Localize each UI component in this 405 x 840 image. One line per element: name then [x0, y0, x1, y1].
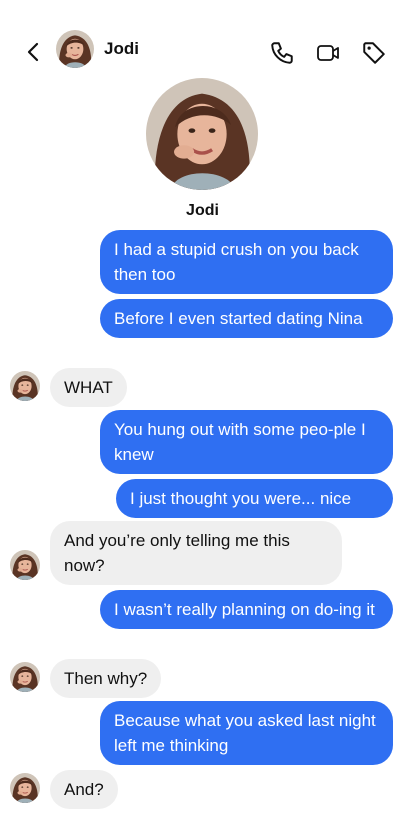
sender-avatar[interactable] — [10, 371, 40, 401]
message-outgoing[interactable]: Before I even started dating Nina — [100, 299, 393, 338]
message-outgoing[interactable]: I wasn’t really planning on do-ing it — [100, 590, 393, 629]
sender-avatar[interactable] — [10, 662, 40, 692]
message-incoming[interactable]: Then why? — [50, 659, 162, 698]
profile-name: Jodi — [186, 202, 219, 219]
message-incoming[interactable]: And you’re only telling me this now? — [50, 521, 342, 585]
sender-avatar[interactable] — [10, 550, 40, 580]
message-incoming[interactable]: WHAT — [50, 368, 127, 407]
message-outgoing[interactable]: I just thought you were... nice — [116, 479, 393, 518]
message-outgoing[interactable]: Because what you asked last night left m… — [100, 701, 393, 765]
avatar[interactable] — [56, 30, 94, 68]
back-chevron-icon[interactable] — [22, 40, 46, 64]
video-camera-icon[interactable] — [315, 40, 341, 66]
profile-photo[interactable] — [146, 78, 258, 190]
phone-icon[interactable] — [269, 40, 295, 66]
message-incoming[interactable]: And? — [50, 770, 118, 809]
sender-avatar[interactable] — [10, 773, 40, 803]
contact-name[interactable]: Jodi — [104, 39, 139, 59]
chat-header: Jodi — [0, 0, 405, 90]
message-outgoing[interactable]: I had a stupid crush on you back then to… — [100, 230, 393, 294]
message-outgoing[interactable]: You hung out with some peo-ple I knew — [100, 410, 393, 474]
tag-icon[interactable] — [361, 40, 387, 66]
